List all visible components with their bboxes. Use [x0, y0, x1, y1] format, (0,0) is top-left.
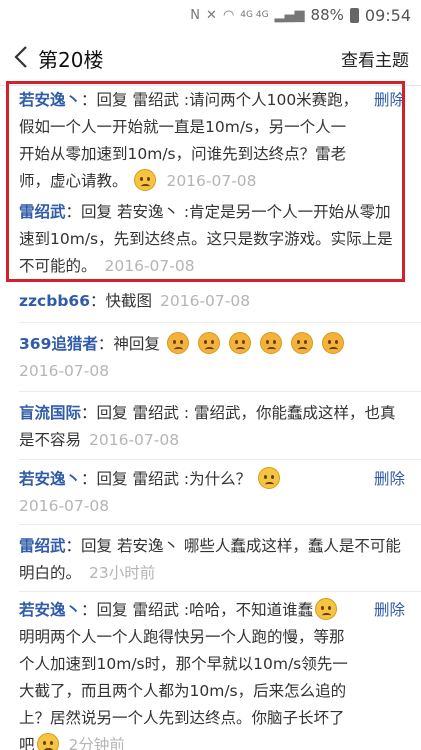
reply-item: 雷绍武：回复 若安逸丶 哪些人蠢成这样，蠢人是不可能 明白的。 23小时前 [19, 533, 405, 587]
reply-text: ：回复 若安逸丶 哪些人蠢成这样，蠢人是不可能 [65, 537, 401, 555]
angry-emoji-icon [321, 332, 344, 354]
username[interactable]: 369追猎者 [19, 335, 98, 353]
reply-date: 2016-07-08 [89, 431, 180, 449]
reply-item: 若安逸丶：回复 雷绍武 :哈哈，不知道谁蠢 明明两个人一个人跑得快另一个人跑的慢… [19, 597, 405, 750]
reply-text: 明白的。 [19, 564, 82, 582]
reply-text: ：回复 雷绍武 :为什么？ [81, 470, 252, 488]
nfc-icon: N [190, 7, 201, 23]
divider [19, 322, 421, 323]
battery-icon [349, 7, 359, 23]
reply-text: 个人加速到10m/s时，那个早就以10m/s领先一 [19, 655, 348, 673]
angry-emoji-icon [166, 332, 189, 354]
header: 第20楼 查看主题 [0, 30, 421, 86]
delete-button[interactable]: 删除 [374, 597, 405, 624]
highlight-box [6, 81, 405, 282]
reply-date: 2分钟前 [68, 736, 125, 750]
reply-item: zzcbb66：快截图 2016-07-08 [19, 288, 405, 315]
divider [19, 524, 421, 525]
back-button[interactable] [10, 42, 34, 72]
username[interactable]: 盲流国际 [19, 404, 81, 422]
angry-emoji-icon [197, 332, 220, 354]
view-topic-button[interactable]: 查看主题 [341, 46, 409, 71]
reply-text: ：回复 雷绍武 :哈哈，不知道谁蠢 [81, 601, 314, 619]
reply-text: ：快截图 [90, 292, 153, 310]
clock: 09:54 [364, 5, 411, 25]
username[interactable]: zzcbb66 [19, 292, 90, 310]
angry-emoji-icon [228, 332, 251, 354]
reply-text: 是不容易 [19, 431, 82, 449]
reply-date: 2016-07-08 [19, 497, 110, 515]
reply-date: 23小时前 [89, 564, 156, 582]
reply-date: 2016-07-08 [160, 292, 251, 310]
divider [19, 391, 421, 392]
reply-item: 369追猎者：神回复 2016-07-08 [19, 331, 405, 385]
username[interactable]: 雷绍武 [19, 537, 66, 555]
reply-text: 大截了，而且两个人都为10m/s，后来怎么追的 [19, 682, 347, 700]
status-bar: N ✕ ◠ 4G 4G ▂▄▆ 88% 09:54 [0, 0, 421, 30]
network-label: 4G 4G [240, 10, 269, 20]
sick-emoji-icon [36, 733, 59, 750]
signal-icon: ▂▄▆ [274, 7, 305, 23]
page-title: 第20楼 [38, 48, 104, 72]
smile-emoji-icon [315, 598, 338, 620]
chevron-left-icon [14, 46, 27, 68]
status-icons: N ✕ ◠ 4G 4G ▂▄▆ 88% 09:54 [190, 5, 411, 25]
username[interactable]: 若安逸丶 [19, 470, 81, 488]
angry-emoji-icon [290, 332, 313, 354]
angry-emoji-icon [259, 332, 282, 354]
username[interactable]: 若安逸丶 [19, 601, 81, 619]
reply-text: ：神回复 [97, 335, 160, 353]
mute-icon: ✕ [206, 7, 217, 23]
battery-percent: 88% [310, 6, 344, 24]
wifi-icon: ◠ [222, 7, 235, 23]
puzzled-emoji-icon [258, 467, 281, 489]
divider [19, 459, 421, 460]
reply-text: ：回复 雷绍武 : 雷绍武，你能蠢成这样，也真 [81, 404, 396, 422]
reply-text: 明明两个人一个人跑得快另一个人跑的慢，等那 [19, 628, 345, 646]
reply-item: 若安逸丶：回复 雷绍武 :为什么？ 2016-07-08 删除 [19, 466, 405, 520]
reply-text: 吧 [19, 736, 35, 750]
divider [19, 591, 421, 592]
reply-date: 2016-07-08 [19, 362, 110, 380]
reply-item: 盲流国际：回复 雷绍武 : 雷绍武，你能蠢成这样，也真 是不容易 2016-07-… [19, 400, 405, 454]
delete-button[interactable]: 删除 [374, 466, 405, 493]
reply-text: 上？居然说另一个人先到达终点。你脑子长坏了 [19, 709, 345, 727]
